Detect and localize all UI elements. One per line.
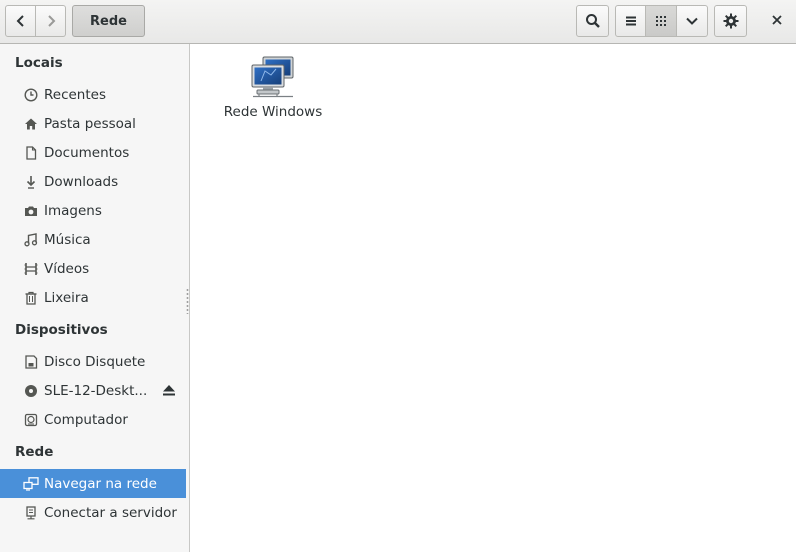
sidebar-item-lixeira[interactable]: Lixeira <box>0 283 186 312</box>
download-icon <box>23 174 39 190</box>
sidebar-item-sle-12-desktop[interactable]: SLE-12-Deskt... <box>0 376 186 405</box>
sidebar-item-recentes[interactable]: Recentes <box>0 80 186 109</box>
sidebar-item-label: Vídeos <box>44 260 90 277</box>
eject-icon[interactable] <box>162 383 176 401</box>
list-view-icon <box>625 15 637 27</box>
sidebar-item-label: Documentos <box>44 144 130 161</box>
optical-disc-icon <box>23 383 39 399</box>
list-view-button[interactable] <box>615 5 646 37</box>
go-next-icon <box>45 15 57 27</box>
section-title-dispositivos: Dispositivos <box>15 322 108 338</box>
file-item-label: Rede Windows <box>223 104 323 120</box>
back-button[interactable] <box>5 5 36 37</box>
chevron-down-icon <box>686 15 698 27</box>
path-bar-button[interactable]: Rede <box>72 5 145 37</box>
network-icon <box>23 476 39 492</box>
view-menu-button[interactable] <box>677 5 708 37</box>
gear-icon <box>723 13 739 29</box>
drive-icon <box>23 412 39 428</box>
network-workgroup-icon <box>211 55 335 99</box>
clock-icon <box>23 87 39 103</box>
sidebar-item-label: Música <box>44 231 91 248</box>
file-item-rede-windows[interactable]: Rede Windows <box>211 55 335 120</box>
sidebar-item-pasta-pessoal[interactable]: Pasta pessoal <box>0 109 186 138</box>
settings-button[interactable] <box>714 5 747 37</box>
sidebar-item-documentos[interactable]: Documentos <box>0 138 186 167</box>
document-icon <box>23 145 39 161</box>
sidebar-item-musica[interactable]: Música <box>0 225 186 254</box>
sidebar-item-downloads[interactable]: Downloads <box>0 167 186 196</box>
section-title-rede: Rede <box>15 444 54 460</box>
sidebar-item-imagens[interactable]: Imagens <box>0 196 186 225</box>
sidebar-item-videos[interactable]: Vídeos <box>0 254 186 283</box>
sidebar-item-label: Downloads <box>44 173 119 190</box>
sidebar: Locais Recentes Pasta pessoal Documentos… <box>0 44 190 552</box>
server-icon <box>23 505 39 521</box>
close-button[interactable] <box>762 5 792 37</box>
sidebar-item-navegar-na-rede[interactable]: Navegar na rede <box>0 469 186 498</box>
search-icon <box>585 13 601 29</box>
sidebar-item-label: Lixeira <box>44 289 89 306</box>
grid-view-button[interactable] <box>646 5 677 37</box>
sidebar-item-label: Navegar na rede <box>44 475 157 492</box>
sidebar-item-label: Imagens <box>44 202 102 219</box>
sidebar-item-label: Recentes <box>44 86 106 103</box>
go-previous-icon <box>15 15 27 27</box>
music-icon <box>23 232 39 248</box>
sidebar-resize-handle[interactable] <box>186 288 189 314</box>
camera-icon <box>23 203 39 219</box>
sidebar-item-label: Computador <box>44 411 128 428</box>
forward-button[interactable] <box>36 5 66 37</box>
sidebar-item-label: SLE-12-Deskt... <box>44 382 148 399</box>
sidebar-item-computador[interactable]: Computador <box>0 405 186 434</box>
sidebar-item-conectar-a-servidor[interactable]: Conectar a servidor <box>0 498 186 527</box>
sidebar-item-label: Pasta pessoal <box>44 115 136 132</box>
home-icon <box>23 116 39 132</box>
search-button[interactable] <box>576 5 609 37</box>
header-bar: Rede <box>0 0 796 44</box>
grid-view-icon <box>655 15 667 27</box>
trash-icon <box>23 290 39 306</box>
sidebar-item-label: Conectar a servidor <box>44 504 177 521</box>
film-icon <box>23 261 39 277</box>
close-icon <box>772 13 782 29</box>
file-view: Rede Windows <box>191 45 796 552</box>
sidebar-item-label: Disco Disquete <box>44 353 146 370</box>
section-title-locais: Locais <box>15 55 63 71</box>
sidebar-item-disco-disquete[interactable]: Disco Disquete <box>0 347 186 376</box>
floppy-icon <box>23 354 39 370</box>
